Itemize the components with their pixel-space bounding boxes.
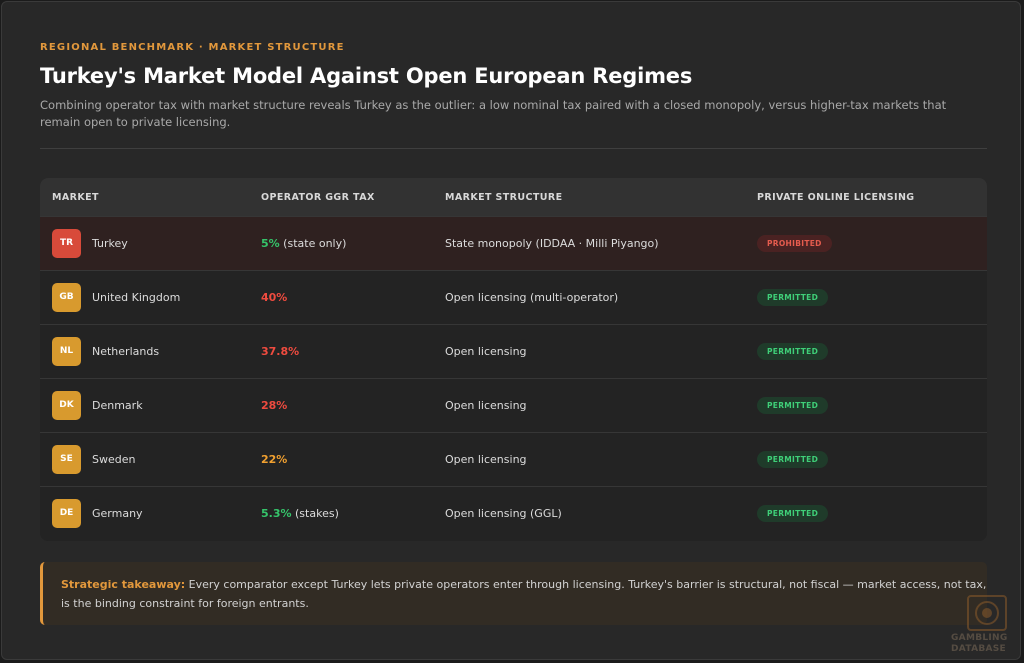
market-name: Turkey — [92, 237, 128, 250]
tax-cell: 37.8% — [261, 345, 299, 358]
tax-value: 5% — [261, 237, 280, 250]
comparison-table: MARKET OPERATOR GGR TAX MARKET STRUCTURE… — [40, 178, 987, 541]
market-name: Netherlands — [92, 345, 160, 358]
page-title: Turkey's Market Model Against Open Europ… — [40, 64, 693, 88]
column-header-licensing: PRIVATE ONLINE LICENSING — [757, 192, 915, 203]
country-code-badge: DK — [52, 391, 81, 420]
brand-watermark: GAMBLING DATABASE — [951, 595, 1021, 659]
licensing-status-badge: PERMITTED — [757, 397, 829, 414]
tax-value: 40% — [261, 291, 288, 304]
table-row-denmark: DK Denmark 28% Open licensing PERMITTED — [40, 378, 987, 432]
market-name: Sweden — [92, 453, 136, 466]
table-header: MARKET OPERATOR GGR TAX MARKET STRUCTURE… — [40, 178, 987, 216]
column-header-structure: MARKET STRUCTURE — [445, 192, 563, 203]
page-subtitle: Combining operator tax with market struc… — [40, 98, 947, 129]
table-row-sweden: SE Sweden 22% Open licensing PERMITTED — [40, 432, 987, 486]
table-row-united-kingdom: GB United Kingdom 40% Open licensing (mu… — [40, 270, 987, 324]
tax-cell: 5.3% (stakes) — [261, 507, 339, 520]
tax-value: 28% — [261, 399, 288, 412]
licensing-status-badge: PERMITTED — [757, 289, 829, 306]
brand-line-1: GAMBLING — [951, 633, 1008, 643]
country-code-badge: GB — [52, 283, 81, 312]
takeaway-lead: Strategic takeaway: — [61, 578, 186, 591]
strategic-takeaway-callout: Strategic takeaway: Every comparator exc… — [40, 562, 987, 625]
table-row-netherlands: NL Netherlands 37.8% Open licensing PERM… — [40, 324, 987, 378]
country-code-badge: DE — [52, 499, 81, 528]
tax-cell: 5% (state only) — [261, 237, 346, 250]
table-row-turkey: TR Turkey 5% (state only) State monopoly… — [40, 216, 987, 270]
licensing-status-badge: PERMITTED — [757, 343, 829, 360]
column-header-tax: OPERATOR GGR TAX — [261, 192, 375, 203]
country-code-badge: SE — [52, 445, 81, 474]
market-structure: Open licensing (multi-operator) — [445, 291, 619, 304]
market-name: Denmark — [92, 399, 143, 412]
divider — [40, 148, 987, 149]
takeaway-text: Every comparator except Turkey lets priv… — [61, 578, 987, 610]
market-structure: Open licensing (GGL) — [445, 507, 562, 520]
market-structure: State monopoly (IDDAA · Milli Piyango) — [445, 237, 659, 250]
tax-note: (state only) — [279, 237, 347, 250]
tax-value: 22% — [261, 453, 288, 466]
column-header-market: MARKET — [52, 192, 99, 203]
brand-name: GAMBLING DATABASE — [951, 633, 1021, 655]
brand-line-2: DATABASE — [951, 644, 1006, 654]
licensing-status-badge: PERMITTED — [757, 451, 829, 468]
market-name: United Kingdom — [92, 291, 181, 304]
country-code-badge: TR — [52, 229, 81, 258]
market-structure: Open licensing — [445, 453, 527, 466]
tax-note: (stakes) — [291, 507, 339, 520]
market-name: Germany — [92, 507, 143, 520]
tax-cell: 22% — [261, 453, 287, 466]
country-code-badge: NL — [52, 337, 81, 366]
tax-value: 5.3% — [261, 507, 292, 520]
tax-value: 37.8% — [261, 345, 300, 358]
chip-logo-icon — [967, 595, 1007, 631]
licensing-status-badge: PROHIBITED — [757, 235, 832, 252]
tax-cell: 40% — [261, 291, 287, 304]
report-card: REGIONAL BENCHMARK · MARKET STRUCTURE Tu… — [1, 1, 1021, 660]
market-structure: Open licensing — [445, 345, 527, 358]
table-row-germany: DE Germany 5.3% (stakes) Open licensing … — [40, 486, 987, 540]
licensing-status-badge: PERMITTED — [757, 505, 829, 522]
tax-cell: 28% — [261, 399, 287, 412]
market-structure: Open licensing — [445, 399, 527, 412]
eyebrow-label: REGIONAL BENCHMARK · MARKET STRUCTURE — [40, 42, 345, 53]
